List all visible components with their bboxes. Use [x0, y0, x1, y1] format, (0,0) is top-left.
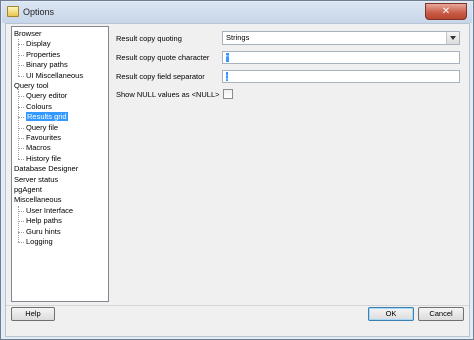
window-title: Options [23, 7, 55, 17]
copy-quoting-select[interactable]: Strings [222, 31, 460, 45]
tree-item[interactable]: Colours [26, 102, 52, 112]
tree-item-label: Favourites [26, 133, 62, 142]
tree-item[interactable]: History file [26, 154, 61, 164]
options-tree[interactable]: Browser Display Properties Binary paths UI M… [11, 26, 109, 302]
null-values-label: Show NULL values as <NULL> [116, 90, 220, 99]
copy-quoting-value: Strings [226, 33, 250, 42]
tree-connector [18, 39, 19, 76]
tree-item[interactable]: Browser [14, 29, 42, 39]
tree-item-label: Results grid [26, 112, 68, 122]
tree-item-label: Query file [26, 122, 59, 132]
chevron-down-icon[interactable] [446, 32, 459, 44]
close-button[interactable]: ✕ [425, 3, 467, 20]
tree-item[interactable]: User Interface [26, 206, 73, 216]
dialog-body: Browser Display Properties Binary paths UI M… [5, 23, 470, 337]
tree-item-label: History file [26, 153, 62, 163]
tree-item-label: Colours [26, 101, 52, 111]
ok-button[interactable]: OK [368, 307, 414, 321]
tree-item-label: Logging [26, 237, 53, 246]
folder-icon [7, 6, 19, 17]
tree-item[interactable]: pgAgent [14, 185, 42, 195]
tree-item[interactable]: Server status [14, 175, 58, 185]
tree-item[interactable]: Database Designer [14, 164, 78, 174]
tree-item-label: User Interface [26, 205, 74, 215]
tree-item[interactable]: Macros [26, 143, 51, 153]
tree-item[interactable]: Query file [26, 123, 58, 133]
options-dialog: Options ✕ Browser Display Properties Binary… [0, 0, 474, 340]
tree-item-label: Server status [14, 174, 59, 184]
tree-item-label: Display [26, 39, 51, 49]
tree-item[interactable]: Properties [26, 50, 60, 60]
tree-item-label: Guru hints [26, 226, 61, 236]
field-sep-value: ; [226, 72, 229, 81]
tree-item-label: Help paths [26, 216, 62, 226]
copy-quoting-label: Result copy quoting [116, 34, 182, 43]
quote-char-label: Result copy quote character [116, 53, 210, 62]
tree-item[interactable]: Display [26, 39, 51, 49]
tree-item-label: Query tool [14, 81, 49, 90]
help-button[interactable]: Help [11, 307, 55, 321]
quote-char-value: " [226, 53, 229, 62]
null-values-checkbox[interactable] [223, 89, 233, 99]
tree-item-label: pgAgent [14, 185, 42, 194]
divider [6, 305, 469, 306]
tree-connector [18, 91, 19, 160]
quote-char-input[interactable]: " [222, 51, 460, 64]
title-bar[interactable]: Options ✕ [2, 2, 472, 23]
tree-item-label: UI Miscellaneous [26, 70, 84, 80]
tree-connector [18, 205, 19, 243]
field-sep-label: Result copy field separator [116, 72, 205, 81]
tree-item-label: Miscellaneous [14, 195, 62, 205]
tree-item[interactable]: Query tool [14, 81, 49, 91]
tree-item[interactable]: Favourites [26, 133, 61, 143]
tree-item[interactable]: Query editor [26, 91, 67, 101]
tree-item[interactable]: Guru hints [26, 227, 61, 237]
tree-item[interactable]: Miscellaneous [14, 195, 62, 205]
tree-item-label: Properties [26, 49, 61, 59]
tree-item-label: Database Designer [14, 164, 79, 174]
tree-item[interactable]: Results grid [26, 112, 68, 122]
tree-item[interactable]: Logging [26, 237, 53, 247]
tree-item-label: Macros [26, 143, 51, 153]
tree-item[interactable]: Help paths [26, 216, 62, 226]
tree-item-label: Binary paths [26, 60, 68, 70]
tree-item[interactable]: UI Miscellaneous [26, 71, 83, 81]
tree-item[interactable]: Binary paths [26, 60, 68, 70]
cancel-button[interactable]: Cancel [418, 307, 464, 321]
field-sep-input[interactable]: ; [222, 70, 460, 83]
tree-item-label: Query editor [26, 91, 68, 101]
tree-item-label: Browser [14, 29, 42, 38]
